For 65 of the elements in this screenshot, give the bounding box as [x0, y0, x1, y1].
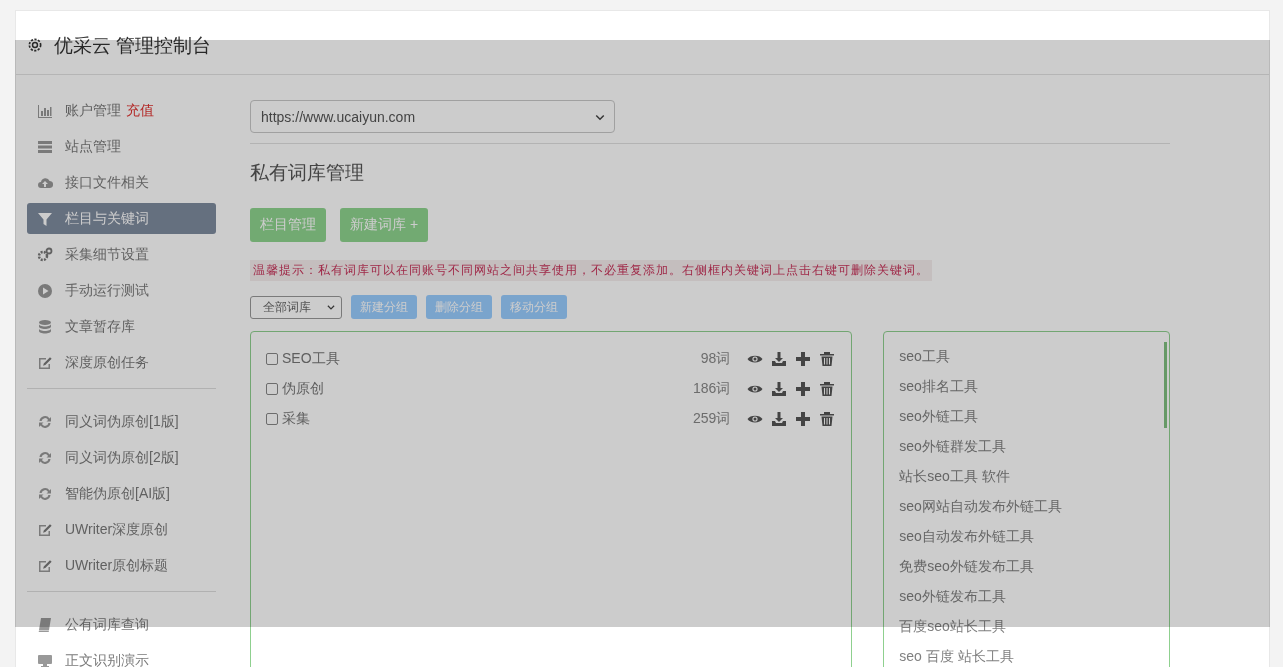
sidebar-item[interactable]: 手动运行测试: [27, 275, 216, 306]
play-icon: [37, 282, 53, 299]
keyword-item[interactable]: seo自动发布外链工具: [899, 526, 1169, 556]
refresh-icon: [37, 449, 53, 466]
trash-icon[interactable]: [819, 381, 836, 397]
sidebar-item[interactable]: 公有词库查询: [27, 609, 216, 640]
library-name: SEO工具: [282, 350, 341, 368]
sidebar-item[interactable]: 同义词伪原创[2版]: [27, 442, 216, 473]
monitor-icon: [37, 652, 53, 667]
caret-icon: [326, 302, 336, 312]
sidebar-item[interactable]: 文章暂存库: [27, 311, 216, 342]
scrollbar[interactable]: [1164, 342, 1167, 428]
refresh-icon: [37, 485, 53, 502]
checkbox[interactable]: [266, 413, 278, 425]
keyword-item[interactable]: seo排名工具: [899, 376, 1169, 406]
keyword-item[interactable]: 百度seo站长工具: [899, 616, 1169, 646]
word-count: 186词: [692, 380, 731, 398]
keyword-item[interactable]: seo工具: [899, 346, 1169, 376]
sidebar-item[interactable]: 接口文件相关: [27, 167, 216, 198]
gears-icon: [37, 246, 53, 263]
checkbox[interactable]: [266, 353, 278, 365]
plus-icon[interactable]: [795, 351, 812, 367]
sidebar-label: 账户管理: [65, 101, 121, 120]
keyword-item[interactable]: seo外链工具: [899, 406, 1169, 436]
sidebar-item[interactable]: 深度原创任务: [27, 347, 216, 378]
sidebar-item[interactable]: UWriter深度原创: [27, 514, 216, 545]
keyword-item[interactable]: seo网站自动发布外链工具: [899, 496, 1169, 526]
sidebar-item[interactable]: 账户管理 充值: [27, 95, 216, 126]
library-name: 采集: [282, 410, 311, 428]
sidebar-item[interactable]: 站点管理: [27, 131, 216, 162]
page-title: 私有词库管理: [250, 161, 365, 185]
sidebar-item[interactable]: 栏目与关键词: [27, 203, 216, 234]
download-icon[interactable]: [771, 411, 788, 427]
database-icon: [37, 318, 53, 335]
sidebar-item[interactable]: UWriter原创标题: [27, 550, 216, 581]
keyword-item[interactable]: seo外链发布工具: [899, 586, 1169, 616]
sidebar-item[interactable]: 同义词伪原创[1版]: [27, 406, 216, 437]
keyword-item[interactable]: 免费seo外链发布工具: [899, 556, 1169, 586]
sidebar-item[interactable]: 智能伪原创[AI版]: [27, 478, 216, 509]
library-name: 伪原创: [282, 380, 325, 398]
refresh-icon: [37, 413, 53, 430]
settings-icon: [26, 36, 44, 54]
plus-icon[interactable]: [795, 381, 812, 397]
keyword-item[interactable]: seo外链群发工具: [899, 436, 1169, 466]
word-count: 98词: [700, 350, 731, 368]
console-title: 优采云 管理控制台: [54, 34, 212, 58]
plus-icon[interactable]: [795, 411, 812, 427]
filter-icon: [37, 210, 53, 227]
trash-icon[interactable]: [819, 351, 836, 367]
bar-chart-icon: [37, 102, 53, 119]
site-dropdown[interactable]: https://www.ucaiyun.com: [250, 100, 615, 133]
download-icon[interactable]: [771, 381, 788, 397]
checkbox[interactable]: [266, 383, 278, 395]
keyword-item[interactable]: 站长seo工具 软件: [899, 466, 1169, 496]
tip-text: 温馨提示：私有词库可以在同账号不同网站之间共享使用，不必重复添加。右侧框内关键词上点击右键可删除关键词。: [250, 260, 932, 281]
sidebar-item[interactable]: 采集细节设置: [27, 239, 216, 270]
download-icon[interactable]: [771, 351, 788, 367]
trash-icon[interactable]: [819, 411, 836, 427]
word-count: 259词: [692, 410, 731, 428]
keyword-item[interactable]: seo 百度 站长工具: [899, 646, 1169, 667]
server-icon: [37, 138, 53, 155]
group-dropdown[interactable]: 全部词库: [250, 295, 342, 319]
recharge-link[interactable]: 充值: [126, 101, 154, 120]
sidebar-item[interactable]: 正文识别演示: [27, 645, 216, 667]
book-icon: [37, 616, 53, 633]
